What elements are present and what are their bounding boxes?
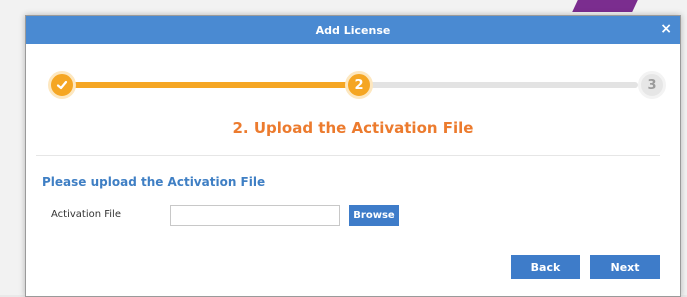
close-icon[interactable]: × xyxy=(660,22,672,36)
background-decoration xyxy=(572,0,638,12)
wizard-stepper: 2 3 xyxy=(48,71,666,99)
check-icon xyxy=(56,80,68,90)
current-step-title: 2. Upload the Activation File xyxy=(232,119,474,137)
browse-button[interactable]: Browse xyxy=(349,205,399,226)
stepper-progress-remaining xyxy=(359,82,638,88)
step-1-indicator xyxy=(48,71,76,99)
step-3-number: 3 xyxy=(647,77,657,93)
add-license-dialog: Add License × 2 3 2. Upload the Activati… xyxy=(25,15,681,297)
back-button[interactable]: Back xyxy=(511,255,580,279)
step-3-indicator: 3 xyxy=(638,71,666,99)
divider xyxy=(36,155,660,156)
activation-file-input[interactable] xyxy=(170,205,340,226)
next-button[interactable]: Next xyxy=(590,255,660,279)
step-2-indicator: 2 xyxy=(345,71,373,99)
stepper-progress-completed xyxy=(62,82,359,88)
upload-section-heading: Please upload the Activation File xyxy=(42,175,266,189)
dialog-title: Add License xyxy=(315,23,391,37)
activation-file-label: Activation File xyxy=(51,209,121,220)
dialog-titlebar: Add License × xyxy=(26,16,680,44)
step-2-number: 2 xyxy=(354,77,364,93)
